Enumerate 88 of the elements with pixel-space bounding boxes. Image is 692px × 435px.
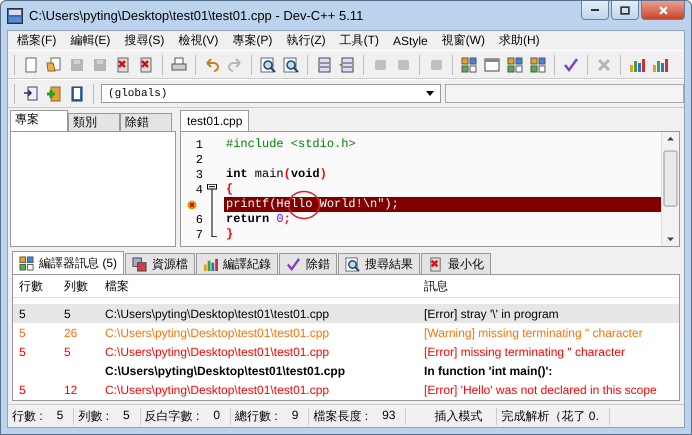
- status-value: 5: [123, 408, 130, 424]
- close-button[interactable]: [641, 1, 685, 20]
- column-header[interactable]: 檔案: [99, 278, 418, 294]
- status-value: 93: [382, 408, 396, 424]
- line-number: 3: [196, 168, 203, 182]
- file-tab[interactable]: test01.cpp: [180, 110, 250, 131]
- output-tab[interactable]: 搜尋結果: [338, 253, 420, 274]
- magnifier-icon: [345, 256, 360, 272]
- line-number: 7: [196, 228, 203, 242]
- line-number: 2: [196, 152, 203, 166]
- menu-item[interactable]: 檔案(F): [10, 32, 64, 49]
- output-tab[interactable]: 編譯器訊息 (5): [12, 251, 124, 274]
- table-cell-text: [Error] missing terminating " character: [423, 344, 626, 358]
- message-row[interactable]: C:\Users\pyting\Desktop\test01\test01.cpp In function 'int main()':: [13, 361, 679, 380]
- code-line: }: [225, 227, 234, 242]
- status-label: 完成解析（花了 0.: [501, 408, 599, 424]
- pages-icon: [132, 256, 147, 272]
- table-cell-text: 5: [18, 326, 27, 340]
- table-cell-text: [Error] 'Hello' was not declared in this scope: [423, 382, 658, 396]
- column-header[interactable]: 列數: [58, 278, 99, 294]
- line-number: 1: [196, 138, 203, 152]
- table-cell-text: [Error] stray '\' in program: [423, 306, 560, 320]
- fold-guide-drawing[interactable]: [207, 184, 217, 237]
- menu-item[interactable]: 搜尋(S): [117, 32, 172, 49]
- menu-item[interactable]: 求助(H): [492, 32, 547, 49]
- table-cell-text: [Warning] missing terminating " character: [423, 326, 644, 340]
- status-label: 插入模式: [434, 408, 482, 424]
- table-cell-text: C:\Users\pyting\Desktop\test01\test01.cpp: [104, 326, 330, 340]
- table-cell-text: C:\Users\pyting\Desktop\test01\test01.cpp: [104, 306, 330, 320]
- code-line: return 0;: [225, 212, 292, 227]
- table-cell-text: C:\Users\pyting\Desktop\test01\test01.cpp: [104, 382, 330, 396]
- menu-item[interactable]: 執行(Z): [279, 32, 333, 49]
- panel-tab[interactable]: 專案: [10, 110, 68, 131]
- status-label: 檔案長度 :: [313, 408, 368, 424]
- app-icon: [7, 8, 23, 24]
- maximize-button[interactable]: [611, 1, 639, 20]
- table-cell-text: 26: [63, 326, 78, 340]
- table-cell-text: 5: [63, 306, 72, 320]
- column-header[interactable]: 行數: [13, 278, 58, 294]
- status-label: 列數 :: [78, 408, 110, 424]
- caret-icon: [426, 91, 434, 96]
- grid-icon: [19, 256, 34, 270]
- status-value: 9: [292, 408, 298, 424]
- status-label: 總行數 :: [235, 408, 278, 424]
- maximize-icon: [620, 6, 630, 14]
- table-cell-text: C:\Users\pyting\Desktop\test01\test01.cpp: [104, 344, 330, 358]
- column-header[interactable]: 訊息: [418, 278, 679, 294]
- line-number: 6: [196, 212, 203, 226]
- chart-icon: [203, 256, 218, 272]
- menu-item[interactable]: 編輯(E): [63, 32, 118, 49]
- close-page-icon: [428, 256, 443, 272]
- table-cell-text: 5: [18, 306, 27, 320]
- menu-item[interactable]: 專案(P): [225, 32, 280, 49]
- status-value: 5: [56, 408, 64, 424]
- menu-item[interactable]: 檢視(V): [171, 32, 226, 49]
- code-editor[interactable]: 1 #include <stdio.h> 2 3 int main(void) 4 { printf(Hello World!\n"); 6 return 0; 7 }: [180, 131, 680, 247]
- table-cell-text: C:\Users\pyting\Desktop\test01\test01.cpp: [104, 364, 346, 378]
- menu-item[interactable]: 視窗(W): [434, 32, 492, 49]
- minimize-button[interactable]: [581, 1, 609, 20]
- output-tab[interactable]: 最小化: [421, 253, 491, 274]
- panel-tab[interactable]: 類別: [68, 113, 120, 131]
- table-cell-text: 5: [18, 382, 27, 396]
- table-cell-text: In function 'int main()':: [423, 364, 554, 378]
- table-cell-text: 5: [18, 344, 27, 358]
- status-label: 反白字數 :: [144, 408, 200, 424]
- status-value: 0: [213, 408, 220, 424]
- line-number: 4: [196, 182, 203, 196]
- minimize-icon: [591, 9, 599, 11]
- table-cell-text: 12: [63, 382, 78, 396]
- table-cell-text: 5: [63, 344, 72, 358]
- menu-item[interactable]: AStyle: [386, 34, 435, 48]
- code-line: {: [225, 182, 234, 197]
- window-title: C:\Users\pyting\Desktop\test01\test01.cpp - Dev-C++ 5.11: [29, 8, 364, 23]
- scrollbar[interactable]: [661, 132, 679, 246]
- code-line: int main(void): [225, 167, 328, 182]
- output-tab[interactable]: 資源檔: [125, 253, 195, 274]
- check-icon: [286, 256, 301, 272]
- selected-row[interactable]: 5 5 C:\Users\pyting\Desktop\test01\test01.cpp [Error] stray '\' in program: [13, 304, 679, 323]
- output-tab[interactable]: 編譯紀錄: [196, 253, 278, 274]
- output-tab[interactable]: 除錯: [279, 253, 337, 274]
- panel-tab[interactable]: 除錯: [120, 113, 172, 131]
- close-icon: [658, 6, 668, 14]
- message-row[interactable]: 5 12 C:\Users\pyting\Desktop\test01\test01.cpp [Error] 'Hello' was not declared in this scope: [13, 380, 679, 399]
- code-line: #include <stdio.h>: [225, 137, 357, 152]
- message-row[interactable]: 5 5 C:\Users\pyting\Desktop\test01\test01.cpp [Error] missing terminating " character: [13, 342, 679, 361]
- menu-item[interactable]: 工具(T): [332, 32, 386, 49]
- scope-dropdown[interactable]: (globals): [101, 84, 441, 103]
- status-label: 行數 :: [12, 408, 43, 424]
